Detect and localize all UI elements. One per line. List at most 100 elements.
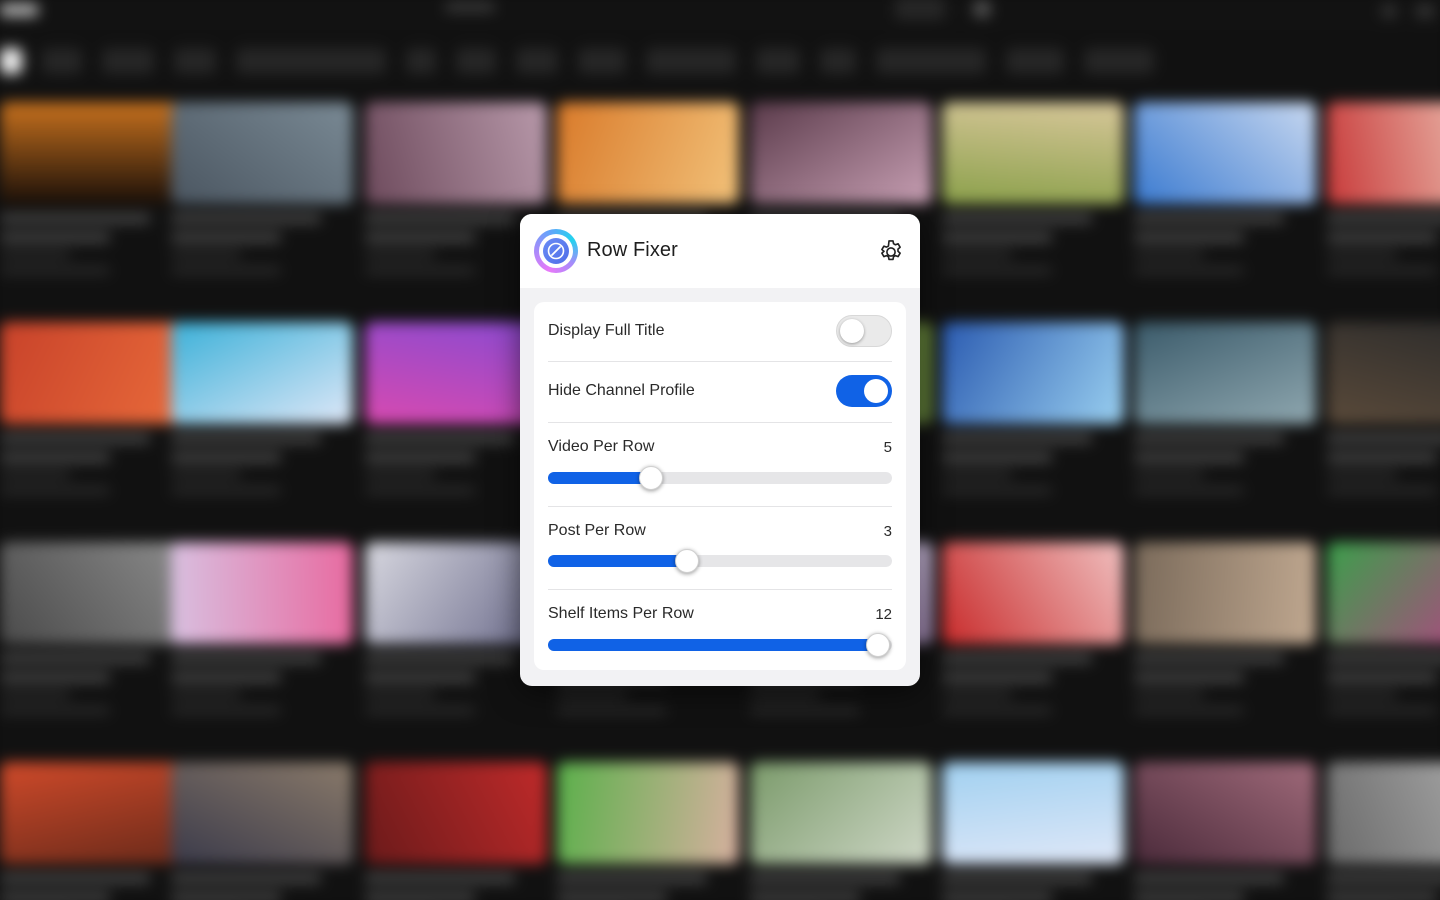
video-per-row-value: 5 <box>883 439 892 456</box>
background-search <box>445 2 495 12</box>
background-text-line <box>171 471 241 478</box>
background-text-line <box>171 453 281 462</box>
divider <box>548 506 892 507</box>
background-video-card <box>1134 102 1316 274</box>
post-per-row-slider[interactable] <box>548 549 892 573</box>
background-text-line <box>942 874 1092 883</box>
background-chip <box>756 48 800 74</box>
background-thumbnail <box>171 102 353 204</box>
background-video-card <box>557 762 739 900</box>
background-text-line <box>171 487 281 494</box>
background-text-line <box>171 251 241 258</box>
background-text-line <box>942 691 1012 698</box>
background-thumbnail <box>557 102 739 204</box>
hide-channel-profile-toggle[interactable] <box>836 375 892 407</box>
background-chip-bar <box>0 48 1440 76</box>
background-video-card <box>942 762 1124 900</box>
background-text-line <box>750 707 860 714</box>
background-thumbnail <box>1327 542 1440 644</box>
background-video-card <box>0 762 182 900</box>
background-thumbnail <box>1327 322 1440 424</box>
background-chip <box>406 48 436 74</box>
background-chip <box>174 48 216 74</box>
background-text-line <box>365 453 475 462</box>
background-thumbnail <box>171 762 353 864</box>
background-thumbnail <box>0 542 182 644</box>
display-full-title-toggle[interactable] <box>836 315 892 347</box>
background-thumbnail <box>171 322 353 424</box>
slider-thumb[interactable] <box>639 466 663 490</box>
background-text-line <box>365 673 475 682</box>
background-text-line <box>750 893 860 900</box>
background-thumbnail <box>1134 762 1316 864</box>
background-text-line <box>0 453 110 462</box>
background-chip <box>876 48 986 74</box>
background-text-line <box>365 893 475 900</box>
background-video-card <box>1327 102 1440 274</box>
background-video-card <box>0 542 182 714</box>
background-mic-icon <box>973 0 991 18</box>
background-thumbnail <box>0 762 182 864</box>
background-text-line <box>1134 453 1244 462</box>
background-text-line <box>0 874 150 883</box>
shelf-items-per-row-slider[interactable] <box>548 633 892 657</box>
background-video-card <box>942 102 1124 274</box>
toggle-knob <box>840 319 864 343</box>
slider-thumb[interactable] <box>675 549 699 573</box>
background-text-line <box>365 251 435 258</box>
display-full-title-label: Display Full Title <box>548 322 665 339</box>
background-text-line <box>750 874 900 883</box>
video-per-row-label: Video Per Row <box>548 438 655 455</box>
background-thumbnail <box>942 542 1124 644</box>
background-text-line <box>171 434 321 443</box>
background-text-line <box>1134 893 1244 900</box>
background-text-line <box>1327 487 1437 494</box>
background-text-line <box>1134 487 1244 494</box>
background-text-line <box>365 707 475 714</box>
background-video-card <box>171 542 353 714</box>
background-thumbnail <box>942 102 1124 204</box>
background-text-line <box>1134 251 1204 258</box>
background-text-line <box>942 267 1052 274</box>
background-video-card <box>942 322 1124 494</box>
divider <box>548 422 892 423</box>
background-text-line <box>942 214 1092 223</box>
background-text-line <box>942 707 1052 714</box>
background-chip <box>820 48 856 74</box>
background-text-line <box>365 434 515 443</box>
background-text-line <box>1134 654 1284 663</box>
background-text-line <box>171 214 321 223</box>
background-text-line <box>942 233 1052 242</box>
background-text-line <box>942 654 1092 663</box>
background-text-line <box>365 654 515 663</box>
background-text-line <box>0 471 70 478</box>
background-text-line <box>171 893 281 900</box>
background-text-line <box>1134 214 1284 223</box>
background-text-line <box>1134 673 1244 682</box>
background-chip <box>0 48 22 74</box>
background-text-line <box>1327 673 1437 682</box>
background-text-line <box>171 267 281 274</box>
gear-icon[interactable] <box>877 238 905 266</box>
settings-panel: Display Full Title Hide Channel Profile … <box>534 302 906 670</box>
background-video-card <box>1327 322 1440 494</box>
background-thumbnail <box>1327 762 1440 864</box>
background-logo <box>0 4 38 16</box>
compass-icon <box>534 229 578 273</box>
background-text-line <box>171 673 281 682</box>
post-per-row-value: 3 <box>883 523 892 540</box>
background-text-line <box>0 691 70 698</box>
background-text-line <box>557 893 667 900</box>
background-text-line <box>1134 874 1284 883</box>
video-per-row-slider[interactable] <box>548 466 892 490</box>
background-text-line <box>1134 434 1284 443</box>
background-thumbnail <box>365 102 547 204</box>
background-text-line <box>1327 874 1440 883</box>
background-thumbnail <box>0 102 182 204</box>
background-text-line <box>171 691 241 698</box>
background-thumbnail <box>365 762 547 864</box>
background-chip <box>646 48 736 74</box>
slider-thumb[interactable] <box>866 633 890 657</box>
background-text-line <box>942 487 1052 494</box>
background-video-card <box>0 322 182 494</box>
